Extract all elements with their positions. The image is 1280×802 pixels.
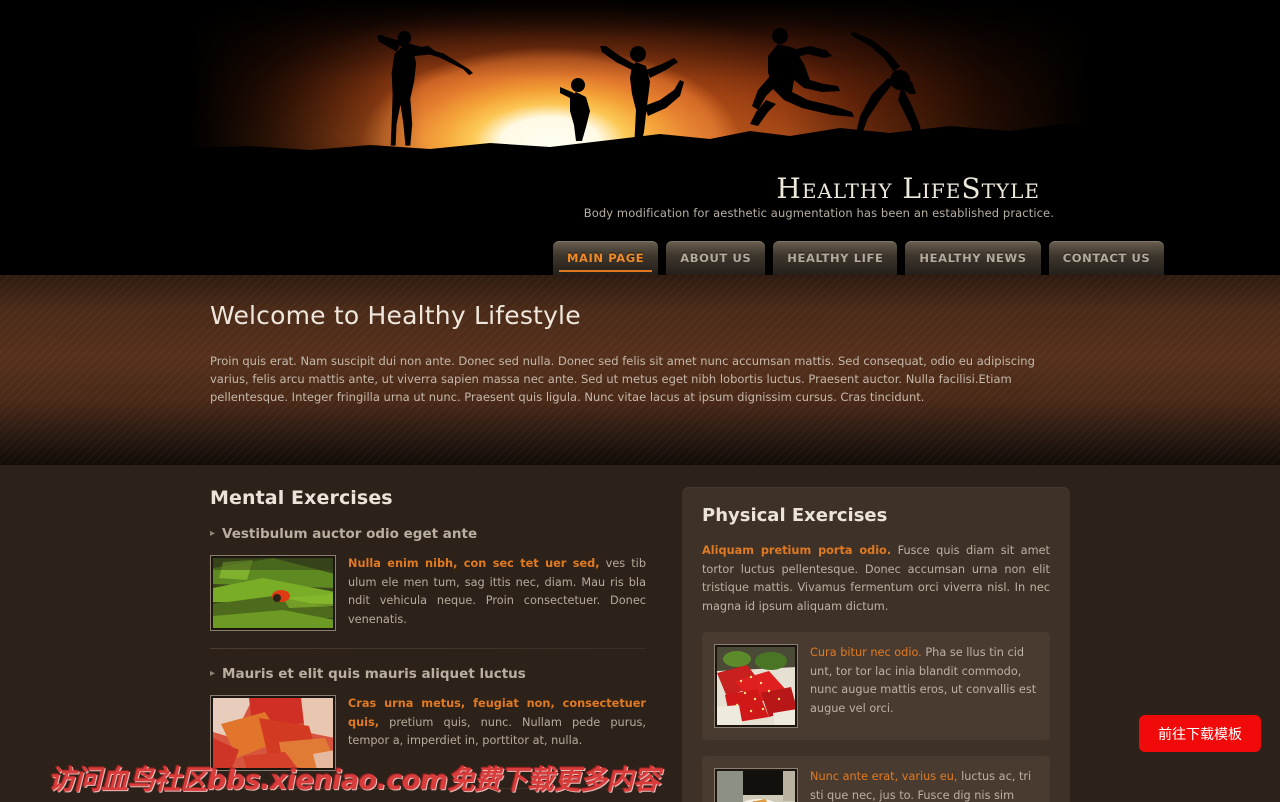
- nav-tab-label: HEALTHY NEWS: [919, 251, 1027, 265]
- nav-tab-contact-us[interactable]: CONTACT US: [1048, 241, 1165, 275]
- nav-tab-label: HEALTHY LIFE: [787, 251, 884, 265]
- main-navigation: MAIN PAGE ABOUT US HEALTHY LIFE HEALTHY …: [553, 241, 1165, 275]
- mental-item-body: pretium quis, nunc. Nullam pede purus, t…: [348, 715, 646, 748]
- site-title: Healthy LifeStyle: [776, 172, 1040, 205]
- nav-tab-label: CONTACT US: [1062, 251, 1151, 265]
- download-template-button[interactable]: 前往下载模板: [1139, 715, 1261, 752]
- chevron-right-icon: ▸: [210, 528, 216, 539]
- physical-card: Nunc ante erat, varius eu, luctus ac, tr…: [702, 756, 1050, 802]
- mental-item-row: Cras urna metus, feugiat non, consectetu…: [210, 695, 646, 771]
- nav-tab-label: ABOUT US: [680, 251, 752, 265]
- physical-intro-lead: Aliquam pretium porta odio.: [702, 544, 892, 557]
- mental-exercises-title: Mental Exercises: [210, 487, 393, 509]
- green-leaves-ladybug-image: [213, 558, 333, 628]
- mental-item-thumbnail[interactable]: [210, 555, 336, 631]
- coffee-cup-image: [717, 771, 795, 802]
- athlete-silhouettes-icon: [190, 28, 1090, 175]
- physical-card-lead: Cura bitur nec odio.: [810, 646, 922, 659]
- main-content: Mental Exercises ▸ Vestibulum auctor odi…: [0, 465, 1280, 802]
- mental-item-heading-label: Vestibulum auctor odio eget ante: [222, 526, 478, 542]
- physical-card-lead: Nunc ante erat, varius eu,: [810, 770, 958, 783]
- mental-exercises-column: Mental Exercises ▸ Vestibulum auctor odi…: [210, 487, 646, 802]
- physical-card-thumbnail[interactable]: [714, 644, 798, 728]
- mental-item-heading[interactable]: ▸ Vestibulum auctor odio eget ante: [210, 526, 646, 542]
- physical-card-text: Nunc ante erat, varius eu, luctus ac, tr…: [810, 768, 1038, 802]
- strawberries-image: [717, 647, 795, 725]
- site-header: Healthy LifeStyle Body modification for …: [0, 0, 1280, 275]
- mental-item-heading[interactable]: ▸ Mauris et elit quis mauris aliquet luc…: [210, 666, 646, 682]
- welcome-paragraph: Proin quis erat. Nam suscipit dui non an…: [210, 354, 1035, 404]
- divider: [210, 648, 646, 649]
- chevron-right-icon: ▸: [210, 668, 216, 679]
- physical-intro-paragraph: Aliquam pretium porta odio. Fusce quis d…: [702, 542, 1050, 616]
- mental-item-heading-label: Mauris et elit quis mauris aliquet luctu…: [222, 666, 526, 682]
- welcome-band: Welcome to Healthy Lifestyle Proin quis …: [0, 275, 1280, 465]
- mental-item-text: Cras urna metus, feugiat non, consectetu…: [348, 695, 646, 771]
- mental-item-thumbnail[interactable]: [210, 695, 336, 771]
- mental-item-text: Nulla enim nibh, con sec tet uer sed, ve…: [348, 555, 646, 631]
- physical-card: Cura bitur nec odio. Pha se llus tin cid…: [702, 632, 1050, 740]
- mental-item-row: Nulla enim nibh, con sec tet uer sed, ve…: [210, 555, 646, 631]
- nav-tab-healthy-life[interactable]: HEALTHY LIFE: [773, 241, 898, 275]
- physical-exercises-title: Physical Exercises: [702, 505, 888, 526]
- physical-exercises-panel: Physical Exercises Aliquam pretium porta…: [682, 487, 1070, 802]
- mental-item-lead: Nulla enim nibh, con sec tet uer sed,: [348, 557, 600, 570]
- nav-tab-about-us[interactable]: ABOUT US: [666, 241, 766, 275]
- divider: [210, 788, 646, 789]
- nav-tab-main-page[interactable]: MAIN PAGE: [553, 241, 659, 275]
- nav-tab-healthy-news[interactable]: HEALTHY NEWS: [905, 241, 1041, 275]
- nav-tab-label: MAIN PAGE: [567, 251, 645, 265]
- red-fruit-image: [213, 698, 333, 768]
- page-title: Welcome to Healthy Lifestyle: [210, 301, 581, 330]
- site-tagline: Body modification for aesthetic augmenta…: [583, 206, 1054, 220]
- hero-banner-sunset-athletes: [190, 0, 1090, 175]
- physical-card-thumbnail[interactable]: [714, 768, 798, 802]
- physical-card-text: Cura bitur nec odio. Pha se llus tin cid…: [810, 644, 1038, 728]
